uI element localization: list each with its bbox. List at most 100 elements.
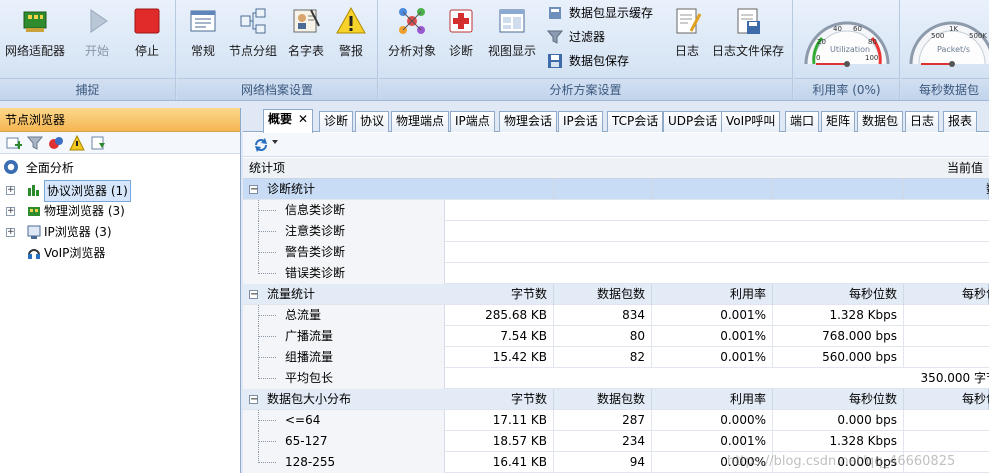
tab-physical-endpoints-label: 物理端点 [396, 114, 445, 128]
grid-header-current: 当前值 [947, 161, 984, 175]
packet-buffer-button[interactable]: 数据包显示缓存 [547, 3, 653, 23]
tab-protocol[interactable]: 协议 [355, 111, 390, 132]
table-row[interactable]: 信息类诊断 1 [243, 200, 989, 221]
tab-ip-sessions-label: IP会话 [563, 114, 598, 128]
refresh-icon[interactable] [253, 137, 269, 153]
alarm-button[interactable]: 警报 [329, 4, 373, 70]
table-cell [652, 242, 773, 263]
collapse-section-icon[interactable]: − [249, 290, 258, 300]
analysis-object-button[interactable]: 分析对象 [383, 4, 441, 70]
expand-physical-browser[interactable]: + [6, 207, 15, 216]
node-group-button[interactable]: 节点分组 [225, 4, 281, 70]
filter-node-icon[interactable] [26, 135, 44, 151]
table-row[interactable]: 组播流量 15.42 KB 82 0.001% 560.000 bps [243, 347, 989, 368]
log-file-save-label: 日志文件保存 [711, 44, 784, 58]
table-cell: 0.001% [652, 347, 773, 368]
utilization-tick-5: 100 [865, 54, 878, 62]
network-adapter-label: 网络适配器 [4, 44, 65, 58]
table-row[interactable]: 平均包长 350.000 字节 [243, 368, 989, 389]
grid-column-header: 数据包数 [554, 284, 652, 305]
general-settings-button[interactable]: 常规 [183, 4, 223, 70]
grid-column-header: 每秒位数 [773, 284, 904, 305]
tab-ports[interactable]: 端口 [785, 111, 820, 132]
grid-section-row[interactable]: −数据包大小分布 字节数数据包数利用率每秒位数 每秒包 [243, 389, 989, 410]
table-row[interactable]: <=64 17.11 KB 287 0.000% 0.000 bps [243, 410, 989, 431]
tab-udp-sessions[interactable]: UDP会话 [663, 111, 723, 132]
capture-group: 网络适配器 开始 停止 捕捉 [0, 0, 176, 100]
table-row[interactable]: 总流量 285.68 KB 834 0.001% 1.328 Kbps [243, 305, 989, 326]
grid-column-header [554, 179, 652, 200]
grid-section-row[interactable]: −诊断统计 数 [243, 179, 989, 200]
expand-protocol-browser[interactable]: + [6, 186, 15, 195]
table-cell: 768.000 bps [773, 326, 904, 347]
filter-button[interactable]: 过滤器 [546, 27, 605, 47]
table-row[interactable]: 注意类诊断 [243, 221, 989, 242]
tab-summary-label: 概要 [268, 112, 293, 126]
name-table-icon [291, 6, 321, 36]
alert-node-icon[interactable] [69, 134, 85, 151]
view-display-button[interactable]: 视图显示 [483, 4, 541, 70]
table-cell: 16.41 KB [445, 452, 554, 473]
packet-save-button[interactable]: 数据包保存 [547, 51, 629, 71]
expand-ip-browser[interactable]: + [6, 228, 15, 237]
stop-button[interactable]: 停止 [122, 4, 172, 70]
collapse-section-icon[interactable]: − [249, 395, 258, 405]
tab-packets[interactable]: 数据包 [857, 111, 904, 132]
log-file-save-button[interactable]: 日志文件保存 [709, 4, 787, 70]
name-table-button[interactable]: 名字表 [283, 4, 329, 70]
table-cell: 0.001% [652, 305, 773, 326]
tab-physical-endpoints[interactable]: 物理端点 [391, 111, 450, 132]
close-tab-icon[interactable]: ✕ [298, 112, 308, 126]
tab-reports[interactable]: 报表 [943, 111, 978, 132]
table-row[interactable]: 错误类诊断 [243, 263, 989, 284]
tree-connector [258, 357, 276, 358]
table-row[interactable]: 广播流量 7.54 KB 80 0.001% 768.000 bps [243, 326, 989, 347]
start-button[interactable]: 开始 [72, 4, 122, 70]
tab-tcp-sessions[interactable]: TCP会话 [607, 111, 664, 132]
ribbon: 网络适配器 开始 停止 捕捉 常规 节点分组 名字表 警报 网络档案设置 分析对… [0, 0, 989, 101]
tree-root-full-analysis[interactable]: 全面分析 [4, 158, 74, 178]
tree-root-label: 全面分析 [25, 161, 74, 175]
table-cell [445, 263, 554, 284]
tab-summary[interactable]: 概要 ✕ [263, 109, 314, 133]
tab-ip-endpoints[interactable]: IP端点 [450, 111, 495, 132]
export-node-icon[interactable] [90, 135, 106, 151]
utilization-tick-3: 60 [853, 25, 862, 33]
color-node-icon[interactable] [48, 135, 64, 151]
refresh-dropdown-icon[interactable] [272, 140, 278, 144]
filter-icon [546, 29, 564, 45]
log-button[interactable]: 日志 [669, 4, 705, 70]
table-cell [445, 242, 554, 263]
tab-matrix[interactable]: 矩阵 [821, 111, 856, 132]
tree-connector [258, 378, 276, 379]
tab-logs[interactable]: 日志 [905, 111, 940, 132]
tab-physical-sessions[interactable]: 物理会话 [499, 111, 558, 132]
diagnosis-button[interactable]: 诊断 [443, 4, 479, 70]
analysis-object-label: 分析对象 [387, 44, 436, 58]
grid-column-header: 每秒包 [961, 392, 989, 406]
tab-diagnosis[interactable]: 诊断 [319, 111, 354, 132]
table-row[interactable]: 65-127 18.57 KB 234 0.001% 1.328 Kbps [243, 431, 989, 452]
table-cell [445, 221, 554, 242]
tab-ip-sessions[interactable]: IP会话 [558, 111, 603, 132]
add-node-icon[interactable] [6, 135, 22, 151]
grid-section-row[interactable]: −流量统计 字节数数据包数利用率每秒位数 每秒包 [243, 284, 989, 305]
analysis-group-label: 分析方案设置 [379, 78, 792, 100]
utilization-group-label: 利用率 (0%) [794, 78, 899, 100]
ip-browser-label: IP浏览器 (3) [44, 225, 112, 239]
tab-reports-label: 报表 [948, 114, 973, 128]
collapse-section-icon[interactable]: − [249, 185, 258, 195]
tree-connector [258, 441, 276, 442]
node-browser-title: 节点浏览器 [0, 108, 240, 132]
grid-column-header: 数 [904, 179, 989, 200]
main-view-panel: 概要 ✕ 诊断 协议 物理端点 IP端点 物理会话 IP会话 TCP会话 UDP会… [243, 108, 989, 473]
table-cell: 18.57 KB [445, 431, 554, 452]
view-display-icon [497, 6, 527, 36]
node-browser-toolbar [0, 132, 240, 154]
table-cell [904, 410, 989, 431]
table-row[interactable]: 警告类诊断 [243, 242, 989, 263]
grid-column-header: 每秒位数 [773, 389, 904, 410]
tab-voip-calls[interactable]: VoIP呼叫 [721, 111, 781, 132]
network-adapter-button[interactable]: 网络适配器 [2, 4, 68, 70]
table-cell: 834 [554, 305, 652, 326]
